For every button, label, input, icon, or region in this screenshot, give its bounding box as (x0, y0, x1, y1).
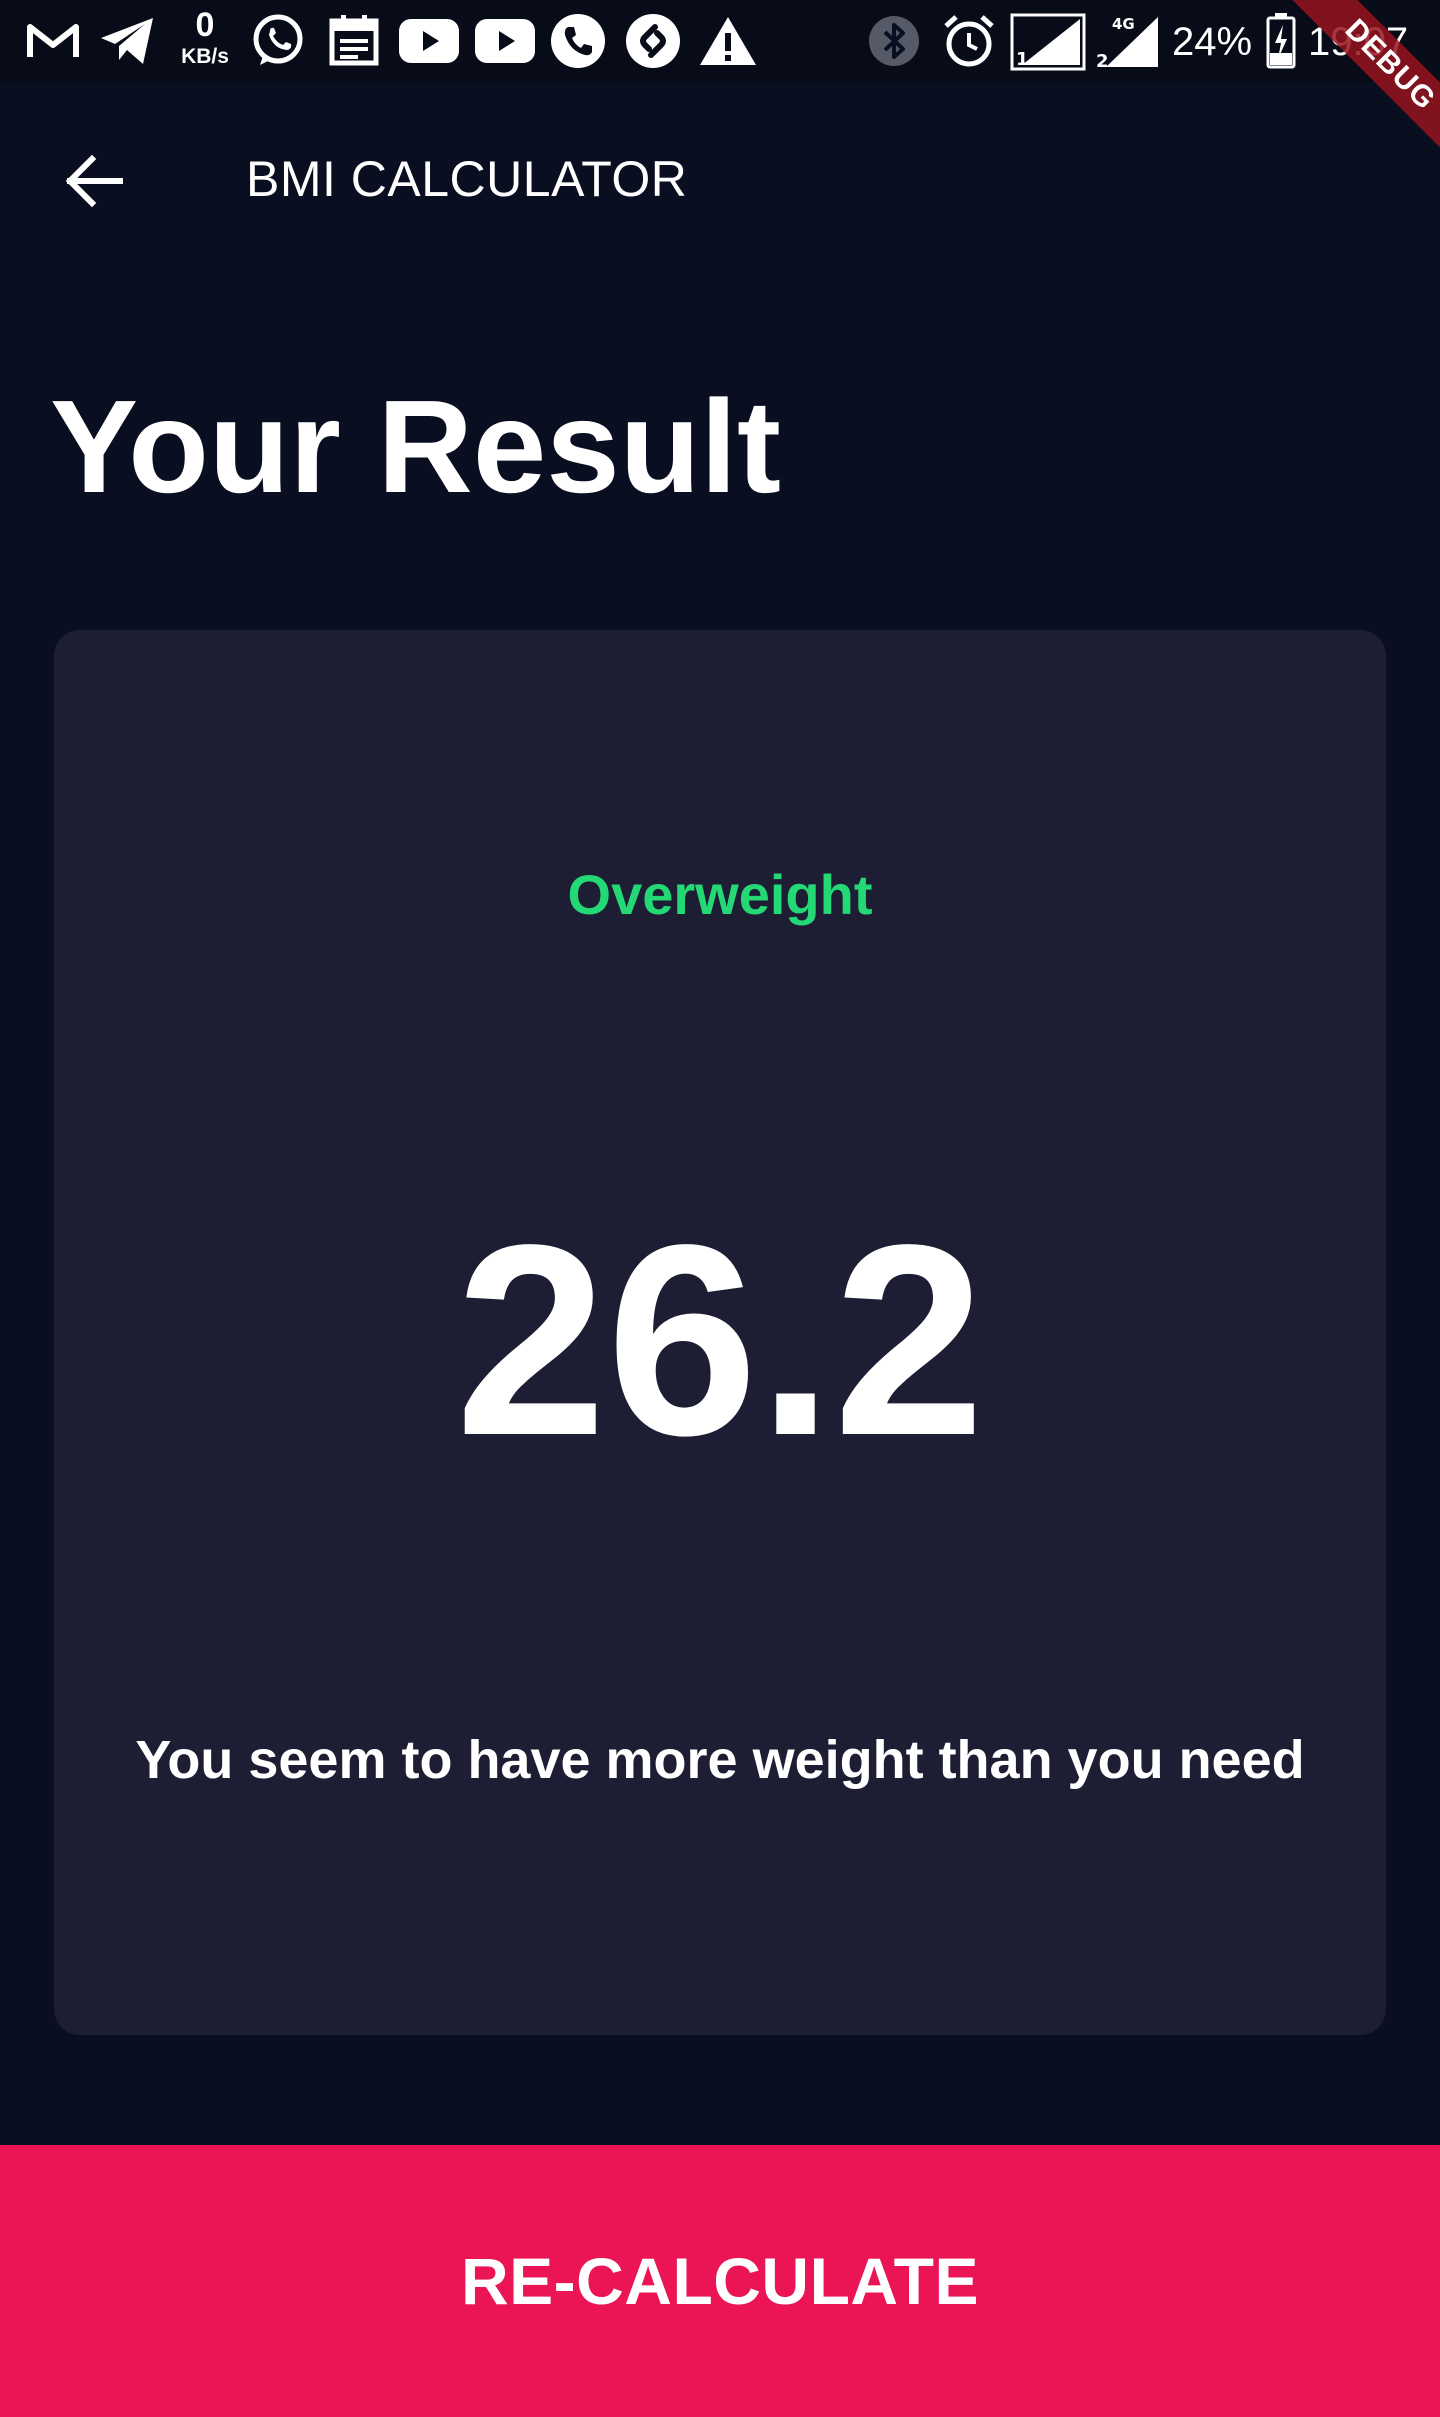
alarm-icon (940, 14, 998, 68)
warning-icon (698, 14, 758, 68)
result-message: You seem to have more weight than you ne… (135, 1730, 1305, 1790)
signal-sim1-icon: 1 (1010, 13, 1086, 71)
network-speed-value: 0 (195, 6, 215, 44)
telegram-icon (98, 14, 156, 68)
status-bar: 0 KB/s 1 2 4G 24% (0, 0, 1440, 82)
youtube-icon (398, 14, 460, 68)
shazam-icon (624, 14, 682, 68)
arrow-back-icon (65, 154, 123, 208)
whatsapp-icon (248, 14, 308, 68)
bmi-value: 26.2 (455, 1188, 985, 1492)
calendar-icon (326, 14, 382, 68)
page-title: Your Result (50, 373, 781, 520)
network-type: 4G (1112, 15, 1135, 33)
phone-icon (548, 14, 608, 68)
app-bar-title: BMI CALCULATOR (246, 151, 688, 207)
network-speed: 0 KB/s (170, 8, 240, 67)
result-status: Overweight (567, 863, 873, 926)
recalculate-button[interactable]: RE-CALCULATE (0, 2145, 1440, 2417)
youtube-icon (474, 14, 536, 68)
signal-sim2-icon: 2 4G (1094, 14, 1164, 71)
recalculate-label: RE-CALCULATE (460, 2244, 980, 2318)
bluetooth-icon (866, 14, 922, 68)
app-bar: BMI CALCULATOR (0, 82, 1440, 272)
sim2-label: 2 (1096, 51, 1109, 71)
result-card: Overweight 26.2 You seem to have more we… (54, 630, 1386, 2035)
battery-percentage: 24% (1172, 20, 1253, 64)
gmail-icon (24, 14, 82, 68)
network-speed-unit: KB/s (181, 45, 229, 68)
back-button[interactable] (46, 133, 142, 229)
battery-charging-icon (1262, 13, 1300, 69)
sim1-label: 1 (1016, 49, 1029, 70)
